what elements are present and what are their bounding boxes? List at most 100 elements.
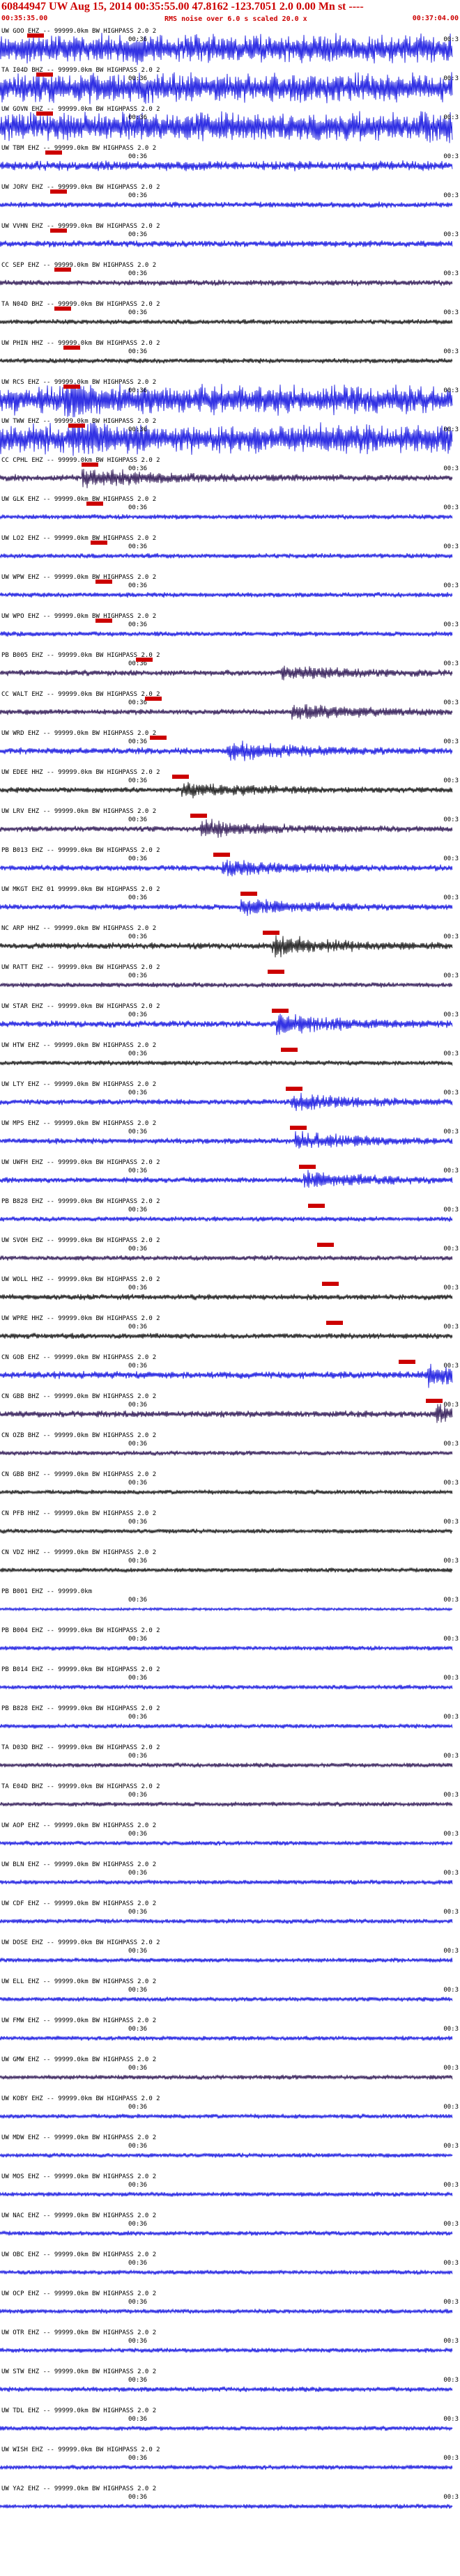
trace-row: UW STW EHZ -- 99999.0km BW HIGHPASS 2.0 … [0, 2368, 460, 2407]
trace-time-tick: 00:36 [128, 2026, 148, 2033]
trace-time-tick: 00:36 [128, 1402, 148, 1409]
trace-time-tick: 00:36 [128, 1050, 148, 1057]
trace-time-tick: 00:36 [128, 1441, 148, 1448]
trace-row: UW CDF EHZ -- 99999.0km BW HIGHPASS 2.0 … [0, 1900, 460, 1939]
trace-end-tick: 00:3 [443, 231, 459, 238]
trace-row: CC CPHL EHZ -- 99999.0km BW HIGHPASS 2.0… [0, 457, 460, 496]
trace-time-tick: 00:36 [128, 855, 148, 862]
trace-end-tick: 00:3 [443, 738, 459, 745]
phase-pick-marker [36, 111, 53, 116]
trace-row: UW JORV EHZ -- 99999.0km BW HIGHPASS 2.0… [0, 184, 460, 223]
trace-label: UW BLN EHZ -- 99999.0km BW HIGHPASS 2.0 … [1, 1861, 157, 1868]
rms-note: RMS noise over 6.0 s scaled 20.0 x [164, 15, 307, 23]
trace-end-tick: 00:3 [443, 1206, 459, 1213]
trace-time-tick: 00:36 [128, 2494, 148, 2501]
trace-label: UW WRD EHZ -- 99999.0km BW HIGHPASS 2.0 … [1, 730, 157, 737]
trace-time-tick: 00:36 [128, 2416, 148, 2423]
trace-time-tick: 00:36 [128, 1753, 148, 1760]
trace-end-tick: 00:3 [443, 465, 459, 472]
waveform-path [0, 111, 453, 143]
trace-label: UW GMW EHZ -- 99999.0km BW HIGHPASS 2.0 … [1, 2056, 157, 2063]
trace-end-tick: 00:3 [443, 1558, 459, 1565]
trace-label: CN VDZ HHZ -- 99999.0km BW HIGHPASS 2.0 … [1, 1549, 157, 1556]
trace-time-tick: 00:36 [128, 504, 148, 511]
trace-label: UW RATT EHZ -- 99999.0km BW HIGHPASS 2.0… [1, 964, 160, 971]
trace-time-tick: 00:36 [128, 1128, 148, 1135]
trace-label: CN OZB BHZ -- 99999.0km BW HIGHPASS 2.0 … [1, 1432, 157, 1439]
trace-label: UW WPW EHZ -- 99999.0km BW HIGHPASS 2.0 … [1, 574, 157, 581]
trace-label: UW VVHN EHZ -- 99999.0km BW HIGHPASS 2.0… [1, 223, 160, 230]
event-title: 60844947 UW Aug 15, 2014 00:35:55.00 47.… [1, 1, 364, 13]
trace-time-tick: 00:36 [128, 1597, 148, 1604]
waveform-path [0, 1684, 453, 1691]
trace-label: CN GOB EHZ -- 99999.0km BW HIGHPASS 2.0 … [1, 1354, 157, 1361]
waveform-path [0, 552, 453, 559]
waveform-path [0, 1404, 453, 1423]
trace-time-tick: 00:36 [128, 1870, 148, 1877]
trace-label: UW DOSE EHZ -- 99999.0km BW HIGHPASS 2.0… [1, 1939, 160, 1946]
trace-time-tick: 00:36 [128, 1480, 148, 1487]
waveform-path [0, 1131, 453, 1149]
trace-row: UW MDW EHZ -- 99999.0km BW HIGHPASS 2.0 … [0, 2134, 460, 2173]
trace-time-tick: 00:36 [128, 465, 148, 472]
trace-row: UW GOO EHZ -- 99999.0km BW HIGHPASS 2.0 … [0, 28, 460, 67]
trace-label: CN GBB BHZ -- 99999.0km BW HIGHPASS 2.0 … [1, 1471, 157, 1478]
trace-time-tick: 00:36 [128, 1948, 148, 1955]
phase-pick-marker [317, 1243, 334, 1247]
trace-row: CN GBB BHZ -- 99999.0km BW HIGHPASS 2.0 … [0, 1471, 460, 1510]
trace-row: UW EDEE HHZ -- 99999.0km BW HIGHPASS 2.0… [0, 769, 460, 808]
trace-row: CC SEP EHZ -- 99999.0km BW HIGHPASS 2.0 … [0, 262, 460, 301]
trace-end-tick: 00:3 [443, 2143, 459, 2150]
trace-end-tick: 00:3 [443, 660, 459, 667]
trace-row: PB B005 EHZ -- 99999.0km BW HIGHPASS 2.0… [0, 652, 460, 691]
trace-label: UW OCP EHZ -- 99999.0km BW HIGHPASS 2.0 … [1, 2290, 157, 2297]
trace-time-tick: 00:36 [128, 2065, 148, 2072]
trace-time-tick: 00:36 [128, 426, 148, 433]
phase-pick-marker [322, 1282, 339, 1286]
trace-time-tick: 00:36 [128, 309, 148, 316]
trace-label: UW CDF EHZ -- 99999.0km BW HIGHPASS 2.0 … [1, 1900, 157, 1907]
trace-row: UW WOLL HHZ -- 99999.0km BW HIGHPASS 2.0… [0, 1276, 460, 1315]
waveform-path [0, 2074, 453, 2081]
phase-pick-marker [86, 502, 103, 506]
trace-end-tick: 00:3 [443, 2104, 459, 2111]
phase-pick-marker [95, 580, 112, 584]
trace-label: CN PFB HHZ -- 99999.0km BW HIGHPASS 2.0 … [1, 1510, 157, 1517]
phase-pick-marker [263, 931, 279, 935]
trace-time-tick: 00:36 [128, 1285, 148, 1291]
waveform-path [0, 1996, 453, 2003]
waveform-path [0, 1450, 453, 1457]
trace-label: TA E04D BHZ -- 99999.0km BW HIGHPASS 2.0… [1, 1783, 160, 1790]
waveform-path [0, 1216, 453, 1223]
trace-end-tick: 00:3 [443, 1831, 459, 1838]
phase-pick-marker [281, 1048, 298, 1052]
trace-label: UW LO2 EHZ -- 99999.0km BW HIGHPASS 2.0 … [1, 535, 157, 542]
trace-time-tick: 00:36 [128, 816, 148, 823]
phase-pick-marker [50, 189, 67, 194]
waveform-path [0, 201, 453, 208]
trace-label: UW JORV EHZ -- 99999.0km BW HIGHPASS 2.0… [1, 184, 160, 191]
waveform-path [0, 1092, 453, 1111]
end-time: 00:37:04.00 [412, 15, 459, 22]
trace-row: PB B828 EHZ -- 99999.0km BW HIGHPASS 2.0… [0, 1705, 460, 1744]
waveform-path [0, 1060, 453, 1066]
trace-end-tick: 00:3 [443, 1636, 459, 1643]
trace-end-tick: 00:3 [443, 1870, 459, 1877]
trace-end-tick: 00:3 [443, 270, 459, 277]
waveform-path [0, 2386, 453, 2393]
trace-row: TA I04D BHZ -- 99999.0km BW HIGHPASS 2.0… [0, 67, 460, 106]
waveform-path [0, 2113, 453, 2120]
trace-time-tick: 00:36 [128, 2377, 148, 2384]
phase-pick-marker [27, 33, 44, 38]
trace-end-tick: 00:3 [443, 2260, 459, 2267]
trace-end-tick: 00:3 [443, 621, 459, 628]
trace-end-tick: 00:3 [443, 348, 459, 355]
waveform-path [0, 1957, 453, 1964]
trace-time-tick: 00:36 [128, 2338, 148, 2345]
trace-label: PB B014 EHZ -- 99999.0km BW HIGHPASS 2.0… [1, 1666, 160, 1673]
waveform-path [0, 357, 453, 364]
trace-end-tick: 00:3 [443, 504, 459, 511]
waveform-path [0, 1723, 453, 1730]
waveform-path [0, 630, 453, 637]
phase-pick-marker [240, 892, 257, 896]
